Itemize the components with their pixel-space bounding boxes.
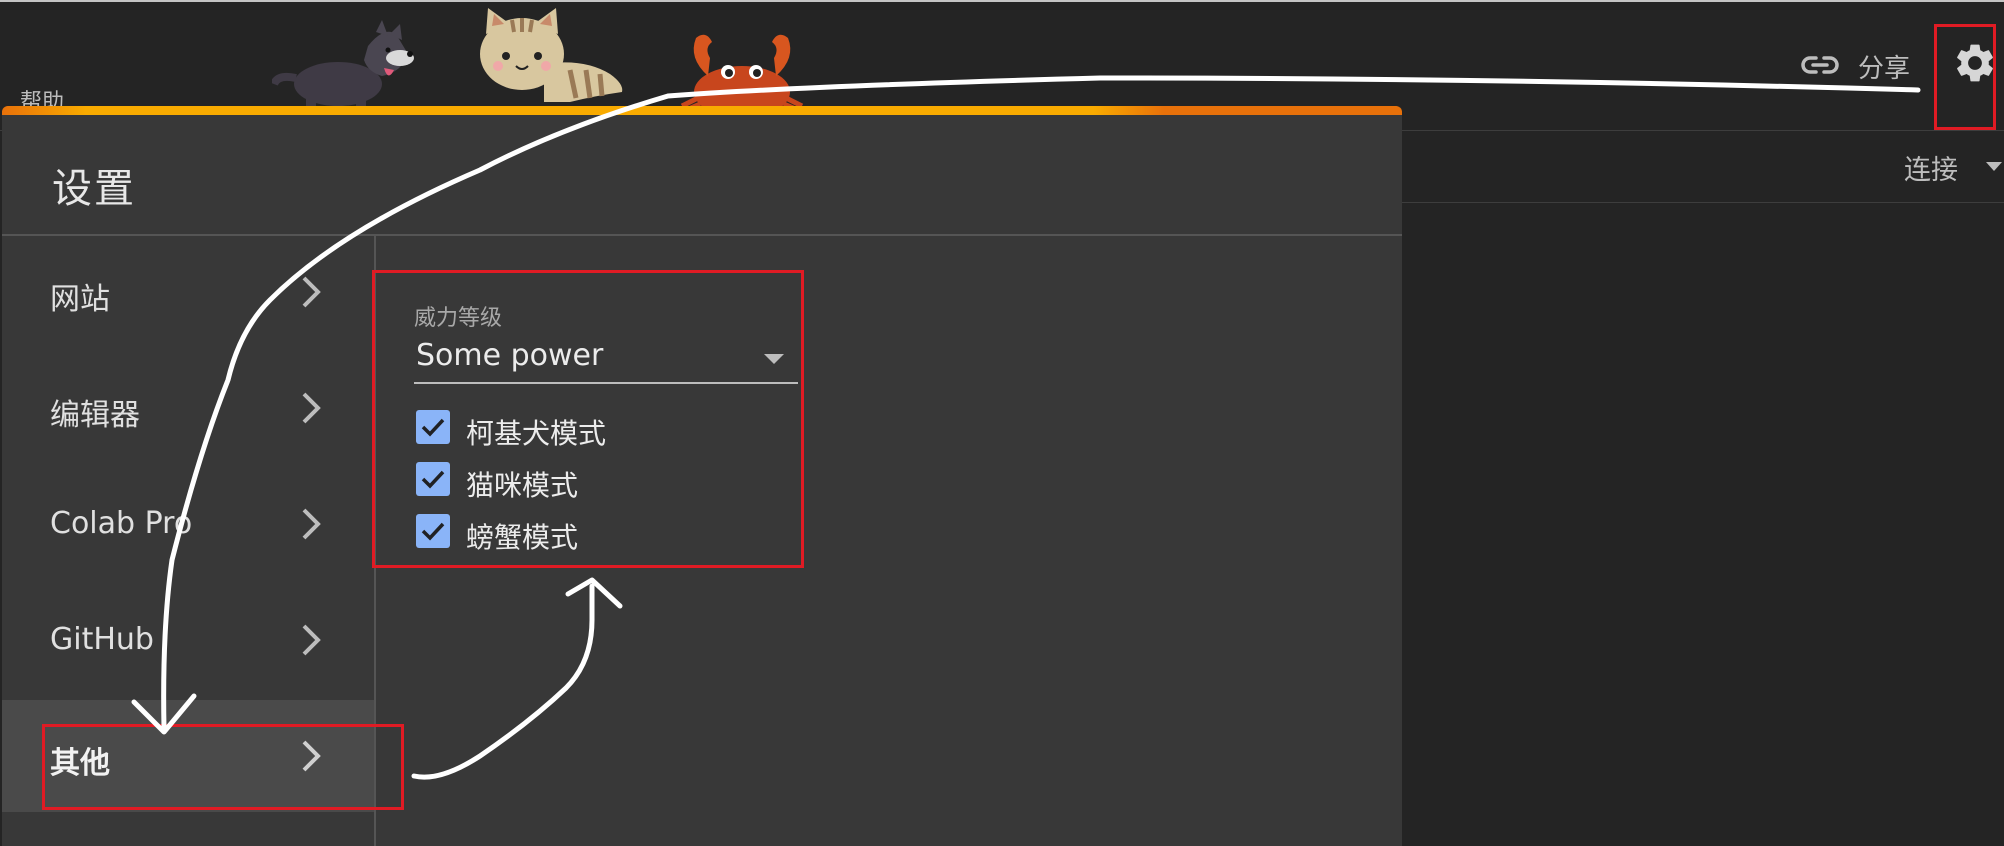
- crab-mascot: [680, 34, 804, 110]
- nav-item-colab-pro[interactable]: Colab Pro: [2, 468, 374, 580]
- nav-item-editor[interactable]: 编辑器: [2, 352, 374, 464]
- dialog-title: 设置: [52, 166, 136, 212]
- nav-item-label: 编辑器: [50, 398, 140, 433]
- chevron-right-icon: [302, 392, 321, 424]
- chevron-right-icon: [302, 276, 321, 308]
- nav-item-website[interactable]: 网站: [2, 236, 374, 348]
- nav-item-label: Colab Pro: [50, 506, 193, 541]
- chevron-down-icon[interactable]: [1986, 162, 2002, 171]
- share-button[interactable]: 分享: [1858, 48, 1910, 85]
- chevron-right-icon: [302, 508, 321, 540]
- nav-item-github[interactable]: GitHub: [2, 584, 374, 696]
- annotation-box-modes: [372, 270, 804, 568]
- annotation-box-gear: [1934, 24, 1996, 130]
- connect-button[interactable]: 连接: [1904, 148, 1958, 187]
- nav-item-label: GitHub: [50, 622, 154, 657]
- link-icon[interactable]: [1800, 50, 1840, 80]
- nav-item-label: 网站: [50, 282, 110, 317]
- cat-mascot: [480, 8, 623, 102]
- dialog-accent-bar: [2, 106, 1402, 115]
- annotation-box-other: [42, 724, 404, 810]
- chevron-right-icon: [302, 624, 321, 656]
- corgi-mascot: [272, 20, 414, 110]
